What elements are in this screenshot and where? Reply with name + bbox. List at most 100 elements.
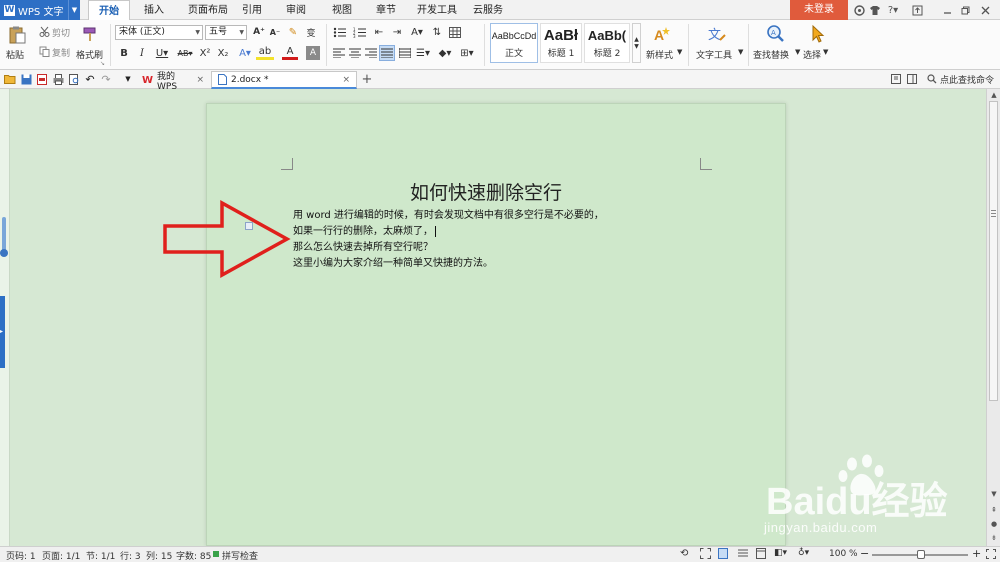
fullscreen-icon[interactable]	[700, 548, 711, 559]
font-name-select[interactable]: 宋体 (正文) ▼	[115, 25, 203, 40]
subscript-icon[interactable]: X₂	[216, 46, 230, 60]
search-icon[interactable]	[926, 73, 938, 85]
align-right-icon[interactable]	[364, 46, 378, 60]
status-word-count[interactable]: 字数: 85	[176, 549, 211, 562]
find-replace-icon[interactable]: A	[764, 23, 786, 45]
prev-page-icon[interactable]: ⇞	[989, 505, 999, 515]
tab-cloud[interactable]: 云服务	[468, 0, 508, 20]
format-painter-button[interactable]: 格式刷	[76, 48, 103, 61]
sort-icon[interactable]: ⇅	[430, 26, 444, 38]
tab-chapter[interactable]: 章节	[370, 0, 402, 20]
superscript-icon[interactable]: X²	[198, 46, 212, 60]
tab-review[interactable]: 审阅	[280, 0, 312, 20]
document-page[interactable]: 如何快速删除空行 用 word 进行编辑的时候，有时会发现文档中有很多空行是不必…	[206, 103, 786, 546]
document-line-3[interactable]: 那么怎么快速去掉所有空行呢？	[293, 238, 433, 253]
text-effect-icon[interactable]: A▾	[236, 46, 254, 60]
redo-icon[interactable]: ↷	[100, 73, 112, 86]
paste-icon[interactable]	[6, 24, 28, 46]
select-button[interactable]: 选择	[803, 48, 821, 61]
shirt-icon[interactable]	[868, 3, 882, 17]
undo-icon[interactable]: ↶	[84, 73, 96, 86]
scissors-icon[interactable]	[38, 25, 50, 37]
bold-icon[interactable]: B	[118, 46, 130, 60]
text-tools-button[interactable]: 文字工具	[696, 48, 732, 61]
align-left-icon[interactable]	[332, 46, 346, 60]
left-panel-toggle[interactable]: ▸	[0, 296, 5, 368]
align-center-icon[interactable]	[348, 46, 362, 60]
fit-window-icon[interactable]	[986, 549, 996, 559]
close-icon[interactable]	[978, 3, 992, 17]
select-cursor-icon[interactable]	[808, 23, 828, 45]
paste-button[interactable]: 粘贴	[6, 48, 24, 61]
outline-view-icon[interactable]	[738, 548, 748, 559]
clear-format-icon[interactable]: ✎	[286, 26, 300, 38]
pdf-export-icon[interactable]	[36, 73, 48, 85]
chevron-down-icon[interactable]: ▼	[738, 48, 743, 56]
restore-icon[interactable]	[958, 3, 972, 17]
align-justify-icon[interactable]	[379, 45, 395, 61]
next-page-icon[interactable]: ⇟	[989, 533, 999, 543]
zoom-in-icon[interactable]: +	[972, 547, 981, 560]
bullet-list-icon[interactable]	[332, 26, 348, 38]
print-icon[interactable]	[52, 73, 64, 85]
new-tab-plus-icon[interactable]: +	[361, 72, 373, 87]
underline-icon[interactable]: U▾	[154, 46, 170, 60]
vertical-scrollbar[interactable]: ▲ ▼ ⇞ ● ⇟	[986, 89, 1000, 546]
status-col[interactable]: 列: 15	[146, 549, 172, 562]
web-view-icon[interactable]	[756, 548, 766, 559]
phonetic-icon[interactable]: 变	[304, 26, 318, 39]
new-style-button[interactable]: 新样式	[646, 48, 673, 61]
font-size-select[interactable]: 五号 ▼	[205, 25, 247, 40]
sidebar-toggle-icon[interactable]	[906, 73, 918, 85]
shrink-font-icon[interactable]: A⁻	[268, 26, 282, 38]
distribute-icon[interactable]	[398, 46, 412, 60]
line-spacing-icon[interactable]: ☰▾	[414, 46, 432, 60]
style-normal[interactable]: AaBbCcDd 正文	[490, 23, 538, 63]
increase-indent-icon[interactable]: ⇥	[390, 26, 404, 38]
copy-icon[interactable]	[38, 45, 50, 57]
scrollbar-thumb[interactable]	[989, 101, 998, 401]
ruler-indicator[interactable]	[2, 217, 6, 253]
select-browse-icon[interactable]: ●	[989, 519, 999, 529]
command-search[interactable]: 点此查找命令	[940, 73, 994, 86]
minimize-icon[interactable]	[940, 3, 954, 17]
char-shading-icon[interactable]: A	[306, 46, 320, 60]
tab-insert[interactable]: 插入	[136, 0, 172, 20]
scroll-up-icon[interactable]: ▲	[989, 90, 999, 100]
tab-my-wps[interactable]: W 我的WPS ×	[136, 71, 210, 92]
print-preview-icon[interactable]	[68, 73, 80, 85]
chevron-down-icon[interactable]: ▼	[122, 73, 134, 85]
new-style-icon[interactable]: A	[650, 23, 674, 45]
document-line-1[interactable]: 用 word 进行编辑的时候，有时会发现文档中有很多空行是不必要的，	[293, 206, 604, 221]
tab-home[interactable]: 开始	[88, 0, 130, 20]
close-icon[interactable]: ×	[196, 75, 204, 85]
spell-check-toggle[interactable]: 拼写检查	[222, 549, 258, 562]
chevron-down-icon[interactable]: ▼	[823, 48, 828, 56]
chevron-down-icon[interactable]: ▼	[677, 48, 682, 56]
document-title[interactable]: 如何快速删除空行	[410, 178, 562, 205]
eye-protect-icon[interactable]: ♁▾	[798, 548, 809, 558]
app-menu-button[interactable]: W WPS 文字 ▼	[0, 0, 80, 20]
numbered-list-icon[interactable]: 123	[352, 26, 368, 38]
highlight-icon[interactable]: ab	[256, 46, 274, 60]
tab-developer[interactable]: 开发工具	[414, 0, 460, 20]
tab-reference[interactable]: 引用	[236, 0, 268, 20]
help-icon[interactable]: ?▾	[884, 3, 902, 17]
save-icon[interactable]	[20, 73, 32, 85]
zoom-slider-thumb[interactable]	[917, 550, 925, 559]
grow-font-icon[interactable]: A⁺	[252, 26, 266, 38]
style-heading-2[interactable]: AaBb( 标题 2	[584, 23, 630, 63]
decrease-indent-icon[interactable]: ⇤	[372, 26, 386, 38]
status-page-num[interactable]: 页码: 1	[6, 549, 36, 562]
italic-icon[interactable]: I	[136, 46, 148, 60]
border-icon[interactable]: ⊞▾	[458, 46, 476, 60]
login-button[interactable]: 未登录	[790, 0, 848, 20]
chevron-down-icon[interactable]: ▼	[68, 0, 80, 20]
text-tools-icon[interactable]: 文	[706, 23, 728, 45]
strikethrough-icon[interactable]: AB▾	[174, 46, 196, 60]
backup-icon[interactable]	[890, 73, 902, 85]
copy-button[interactable]: 复制	[52, 46, 70, 59]
chinese-layout-icon[interactable]: A▾	[408, 26, 426, 38]
tab-view[interactable]: 视图	[326, 0, 358, 20]
chevron-down-icon[interactable]: ▼	[795, 48, 800, 56]
